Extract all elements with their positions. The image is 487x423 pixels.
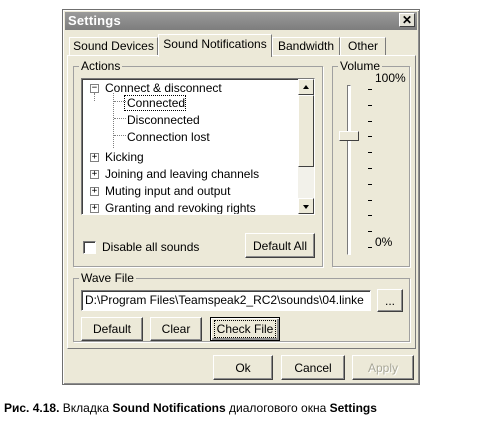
scroll-down-button[interactable] [298, 198, 314, 214]
close-icon: ✕ [401, 13, 413, 27]
volume-max-label: 100% [375, 71, 406, 85]
check-file-label: Check File [213, 320, 277, 338]
expand-icon[interactable]: + [90, 153, 99, 162]
volume-tick-mark [368, 199, 372, 201]
volume-tick-mark [368, 104, 372, 106]
volume-tick-mark [368, 89, 372, 90]
expand-icon[interactable]: + [90, 204, 99, 213]
volume-tick-mark [368, 231, 372, 233]
disable-all-sounds-label[interactable]: Disable all sounds [102, 240, 199, 254]
close-button[interactable]: ✕ [399, 13, 415, 27]
volume-tick-mark [368, 247, 372, 248]
tree-item-connected[interactable]: Connected [127, 95, 185, 111]
default-button[interactable]: Default [81, 317, 143, 341]
window-title: Settings [68, 13, 121, 28]
tree-connector [114, 118, 126, 119]
tree-connector [94, 93, 95, 101]
scroll-thumb[interactable] [298, 95, 314, 167]
caption-figure-number: Рис. 4.18. [4, 401, 60, 415]
tree-item-connection-lost[interactable]: Connection lost [127, 129, 210, 145]
caption-tab-name: Sound Notifications [112, 401, 226, 415]
settings-dialog: Settings ✕ Sound Devices Sound Notificat… [62, 9, 420, 385]
volume-slider-thumb[interactable] [339, 131, 359, 142]
caption-text-2: диалогового окна [225, 401, 330, 415]
volume-tick-mark [368, 120, 372, 122]
arrow-up-icon [303, 85, 309, 89]
sound-notifications-panel: Actions − Connect & disconnect Connected [67, 55, 416, 349]
scroll-up-button[interactable] [298, 79, 314, 95]
volume-tick-mark [368, 168, 372, 169]
tab-bandwidth[interactable]: Bandwidth [272, 37, 340, 56]
tab-other[interactable]: Other [340, 37, 386, 56]
tree-item-label: Kicking [105, 150, 144, 164]
check-file-button[interactable]: Check File [210, 317, 280, 341]
tree-item-label: Muting input and output [105, 184, 231, 198]
tree-item-label: Disconnected [127, 113, 200, 127]
volume-tick-mark [368, 215, 372, 217]
wave-file-path-input[interactable]: D:\Program Files\Teamspeak2_RC2\sounds\0… [81, 290, 371, 311]
volume-group: Volume 100% 0% [332, 59, 410, 267]
expand-icon[interactable]: + [90, 170, 99, 179]
wave-file-group-label: Wave File [79, 271, 136, 285]
volume-tick-mark [368, 183, 372, 185]
tree-connector [114, 135, 126, 136]
volume-slider-track[interactable] [347, 85, 351, 255]
default-all-button[interactable]: Default All [245, 233, 315, 258]
collapse-icon[interactable]: − [90, 84, 99, 93]
tree-item-label: Connected [127, 96, 186, 110]
caption-text-1: Вкладка [59, 401, 113, 415]
cancel-button[interactable]: Cancel [281, 355, 345, 380]
actions-group: Actions − Connect & disconnect Connected [73, 59, 323, 267]
tab-sound-notifications[interactable]: Sound Notifications [158, 34, 272, 57]
ok-button[interactable]: Ok [213, 355, 273, 380]
tree-item-label: Connect & disconnect [105, 81, 222, 95]
tree-item-label: Granting and revoking rights [105, 201, 256, 215]
tree-item-label: Connection lost [127, 130, 210, 144]
expand-icon[interactable]: + [90, 187, 99, 196]
apply-button[interactable]: Apply [352, 355, 414, 380]
tab-strip: Sound Devices Sound Notifications Bandwi… [67, 34, 417, 57]
disable-all-sounds-checkbox[interactable] [83, 241, 96, 254]
arrow-down-icon [303, 205, 309, 209]
volume-tick-mark [368, 152, 372, 154]
title-bar[interactable]: Settings ✕ [65, 12, 417, 30]
tree-item-disconnected[interactable]: Disconnected [127, 112, 200, 128]
actions-tree[interactable]: − Connect & disconnect Connected Disconn… [81, 78, 315, 215]
wave-file-group: Wave File D:\Program Files\Teamspeak2_RC… [73, 271, 410, 342]
tree-scrollbar[interactable] [298, 79, 314, 214]
tab-sound-devices[interactable]: Sound Devices [69, 37, 158, 56]
tree-item-label: Joining and leaving channels [105, 167, 260, 181]
figure-caption: Рис. 4.18. Вкладка Sound Notifications д… [4, 401, 377, 415]
caption-window-name: Settings [329, 401, 377, 415]
clear-button[interactable]: Clear [150, 317, 202, 341]
actions-group-label: Actions [79, 59, 123, 73]
browse-button[interactable]: ... [377, 289, 403, 312]
volume-min-label: 0% [375, 235, 393, 249]
volume-tick-mark [368, 136, 372, 138]
